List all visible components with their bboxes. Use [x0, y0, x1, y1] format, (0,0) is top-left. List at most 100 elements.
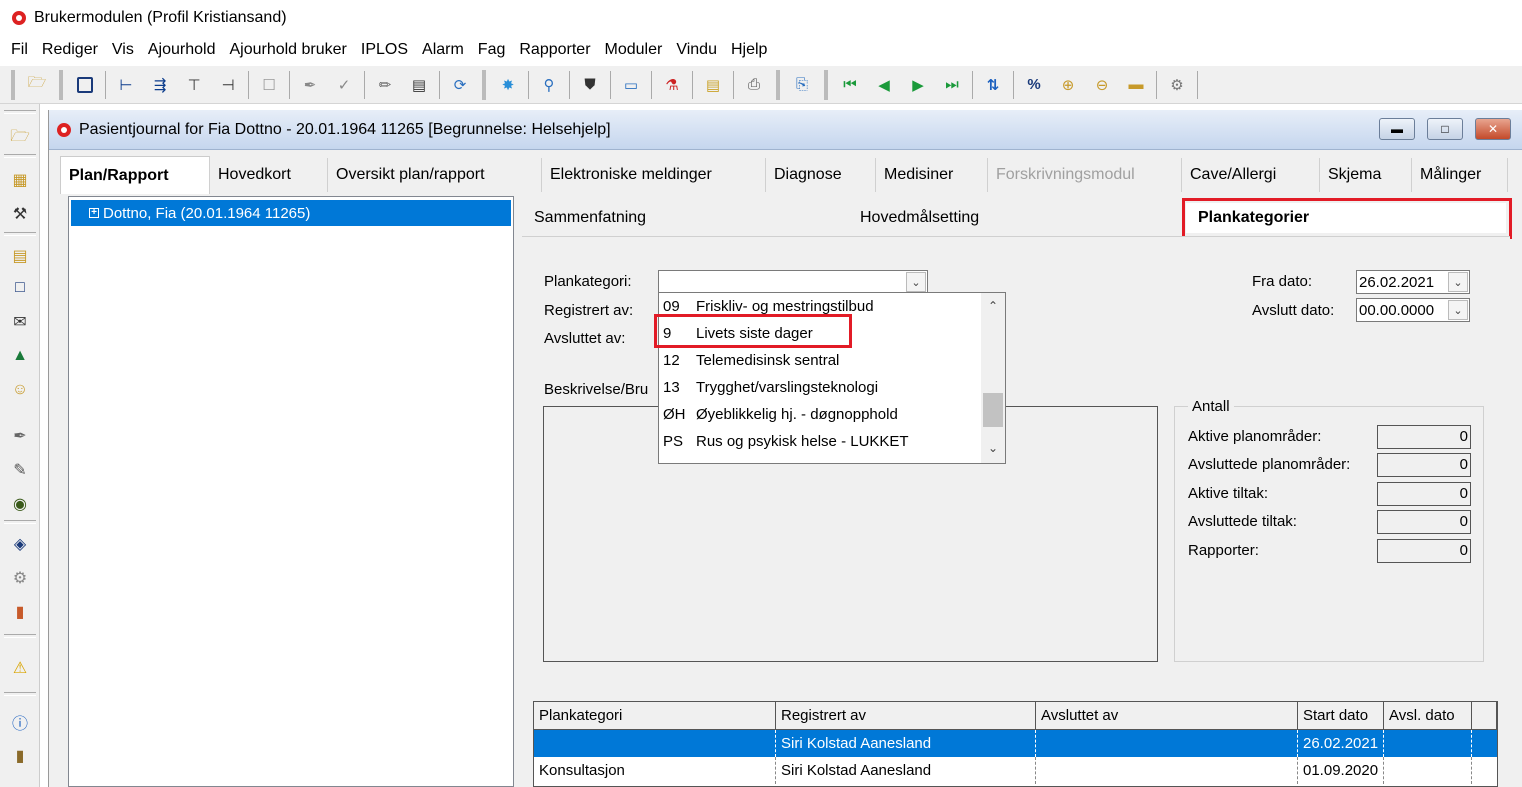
- calendar-icon[interactable]: ▦: [8, 168, 32, 192]
- users-icon[interactable]: ☺: [8, 378, 32, 402]
- tab-medisiner[interactable]: Medisiner: [876, 158, 988, 192]
- open-folder-icon[interactable]: 🗁: [8, 126, 32, 150]
- notebook-icon[interactable]: ▤: [8, 244, 32, 268]
- refresh-icon[interactable]: ⟳: [448, 73, 472, 97]
- restore-button[interactable]: □: [1427, 118, 1463, 140]
- close-button[interactable]: ✕: [1475, 118, 1511, 140]
- shield-icon[interactable]: ◈: [8, 532, 32, 556]
- col-header-avsl-dato[interactable]: Avsl. dato: [1384, 702, 1472, 730]
- table-row[interactable]: Konsultasjon Siri Kolstad Aanesland 01.0…: [534, 757, 1497, 784]
- patient-tree[interactable]: + Dottno, Fia (20.01.1964 11265): [68, 196, 514, 787]
- menu-hjelp[interactable]: Hjelp: [724, 41, 774, 59]
- expand-icon[interactable]: +: [89, 208, 99, 218]
- scroll-up-icon[interactable]: ⌃: [985, 299, 1001, 315]
- stamp-icon[interactable]: ▲: [8, 344, 32, 368]
- menu-ajourhold-bruker[interactable]: Ajourhold bruker: [222, 41, 353, 59]
- subtab-sammenfatning[interactable]: Sammenfatning: [522, 200, 848, 236]
- cell-plankategori: Konsultasjon: [534, 757, 776, 784]
- plankategori-select[interactable]: ⌄: [658, 270, 928, 294]
- tab-oversikt[interactable]: Oversikt plan/rapport: [328, 158, 542, 192]
- zoom-out-icon[interactable]: ⊖: [1090, 73, 1114, 97]
- last-record-icon[interactable]: ⏭: [940, 73, 964, 97]
- col-header-start-dato[interactable]: Start dato: [1298, 702, 1384, 730]
- tab-cave-allergi[interactable]: Cave/Allergi: [1182, 158, 1320, 192]
- send-icon[interactable]: ⎘: [790, 73, 814, 97]
- minimize-button[interactable]: ▬: [1379, 118, 1415, 140]
- edit-doc-icon[interactable]: ✎: [8, 458, 32, 482]
- tab-elektroniske-meldinger[interactable]: Elektroniske meldinger: [542, 158, 766, 192]
- menu-vis[interactable]: Vis: [105, 41, 141, 59]
- menu-iplos[interactable]: IPLOS: [354, 41, 415, 59]
- tab-malinger[interactable]: Målinger: [1412, 158, 1508, 192]
- tab-diagnose[interactable]: Diagnose: [766, 158, 876, 192]
- exit-icon[interactable]: ▮: [8, 744, 32, 768]
- dropdown-option[interactable]: 12 Telemedisinsk sentral: [663, 347, 839, 373]
- gear-icon[interactable]: ⚙: [8, 566, 32, 590]
- tree-item-patient[interactable]: + Dottno, Fia (20.01.1964 11265): [71, 200, 511, 226]
- menu-fil[interactable]: Fil: [4, 41, 35, 59]
- percent-icon[interactable]: %: [1022, 73, 1046, 97]
- pen-icon[interactable]: ✏: [373, 73, 397, 97]
- avslutt-dato-picker[interactable]: 00.00.0000 ⌄: [1356, 298, 1470, 322]
- tab-plan-rapport[interactable]: Plan/Rapport: [60, 156, 210, 194]
- dropdown-option[interactable]: ØH Øyeblikkelig hj. - døgnopphold: [663, 401, 898, 427]
- zoom-in-icon[interactable]: ⊕: [1056, 73, 1080, 97]
- lightbulb-icon[interactable]: ✸: [496, 73, 520, 97]
- clipboard-icon[interactable]: □: [8, 276, 32, 300]
- col-header-plankategori[interactable]: Plankategori: [534, 702, 776, 730]
- open-folder-icon[interactable]: 🗁: [25, 73, 49, 97]
- menu-ajourhold[interactable]: Ajourhold: [141, 41, 223, 59]
- prev-record-icon[interactable]: ◀: [872, 73, 896, 97]
- book-icon[interactable]: ◉: [8, 492, 32, 516]
- notepad-icon[interactable]: ▤: [701, 73, 725, 97]
- col-header-avsluttet-av[interactable]: Avsluttet av: [1036, 702, 1298, 730]
- first-record-icon[interactable]: ⏮: [838, 73, 862, 97]
- help-icon[interactable]: ⓘ: [8, 710, 32, 734]
- fra-dato-picker[interactable]: 26.02.2021 ⌄: [1356, 270, 1470, 294]
- exit-door-icon[interactable]: ▮: [8, 600, 32, 624]
- menu-fag[interactable]: Fag: [471, 41, 513, 59]
- save-icon[interactable]: [73, 73, 97, 97]
- search-icon[interactable]: ⚲: [537, 73, 561, 97]
- menu-alarm[interactable]: Alarm: [415, 41, 471, 59]
- print-icon[interactable]: ⎙: [742, 73, 766, 97]
- menu-rediger[interactable]: Rediger: [35, 41, 105, 59]
- menu-moduler[interactable]: Moduler: [598, 41, 670, 59]
- next-record-icon[interactable]: ▶: [906, 73, 930, 97]
- probe-icon[interactable]: ✒: [8, 424, 32, 448]
- table-row[interactable]: Siri Kolstad Aanesland 26.02.2021: [534, 730, 1497, 757]
- menu-rapporter[interactable]: Rapporter: [512, 41, 597, 59]
- tab-hovedkort[interactable]: Hovedkort: [210, 158, 328, 192]
- chevron-down-icon[interactable]: ⌄: [1448, 272, 1468, 292]
- tree-expand-icon[interactable]: ⊢: [114, 73, 138, 97]
- ruler-icon[interactable]: ▬: [1124, 73, 1148, 97]
- tree-collapse-icon[interactable]: ⊤: [182, 73, 206, 97]
- sort-icon[interactable]: ⇅: [981, 73, 1005, 97]
- pin-icon[interactable]: ✒: [298, 73, 322, 97]
- tools-icon[interactable]: ⚙: [1165, 73, 1189, 97]
- pins-icon[interactable]: ✓: [332, 73, 356, 97]
- form-icon[interactable]: ▤: [407, 73, 431, 97]
- menu-vindu[interactable]: Vindu: [669, 41, 724, 59]
- chevron-down-icon[interactable]: ⌄: [1448, 300, 1468, 320]
- scroll-down-icon[interactable]: ⌄: [985, 441, 1001, 457]
- dropdown-option[interactable]: 13 Trygghet/varslingsteknologi: [663, 374, 878, 400]
- unlock-icon[interactable]: ☐: [257, 73, 281, 97]
- tab-skjema[interactable]: Skjema: [1320, 158, 1412, 192]
- tree-add-icon[interactable]: ⇶: [148, 73, 172, 97]
- eraser-icon[interactable]: ▭: [619, 73, 643, 97]
- subtab-hovedmalsetting[interactable]: Hovedmålsetting: [848, 200, 1178, 236]
- tree-move-icon[interactable]: ⊣: [216, 73, 240, 97]
- envelope-icon[interactable]: ✉: [8, 310, 32, 334]
- dropdown-option[interactable]: PS Rus og psykisk helse - LUKKET: [663, 428, 909, 454]
- warning-icon[interactable]: ⚠: [8, 656, 32, 680]
- binoculars-icon[interactable]: ⛊: [578, 73, 602, 97]
- col-header-registrert-av[interactable]: Registrert av: [776, 702, 1036, 730]
- dropdown-scrollbar[interactable]: ⌃ ⌄: [981, 293, 1005, 463]
- avsluttet-av-label: Avsluttet av:: [544, 330, 626, 347]
- scroll-thumb[interactable]: [983, 393, 1003, 427]
- microscope-icon[interactable]: ⚗: [660, 73, 684, 97]
- tools-cross-icon[interactable]: ⚒: [8, 202, 32, 226]
- chevron-down-icon[interactable]: ⌄: [906, 272, 926, 292]
- avsluttede-tiltak-value: 0: [1377, 510, 1471, 534]
